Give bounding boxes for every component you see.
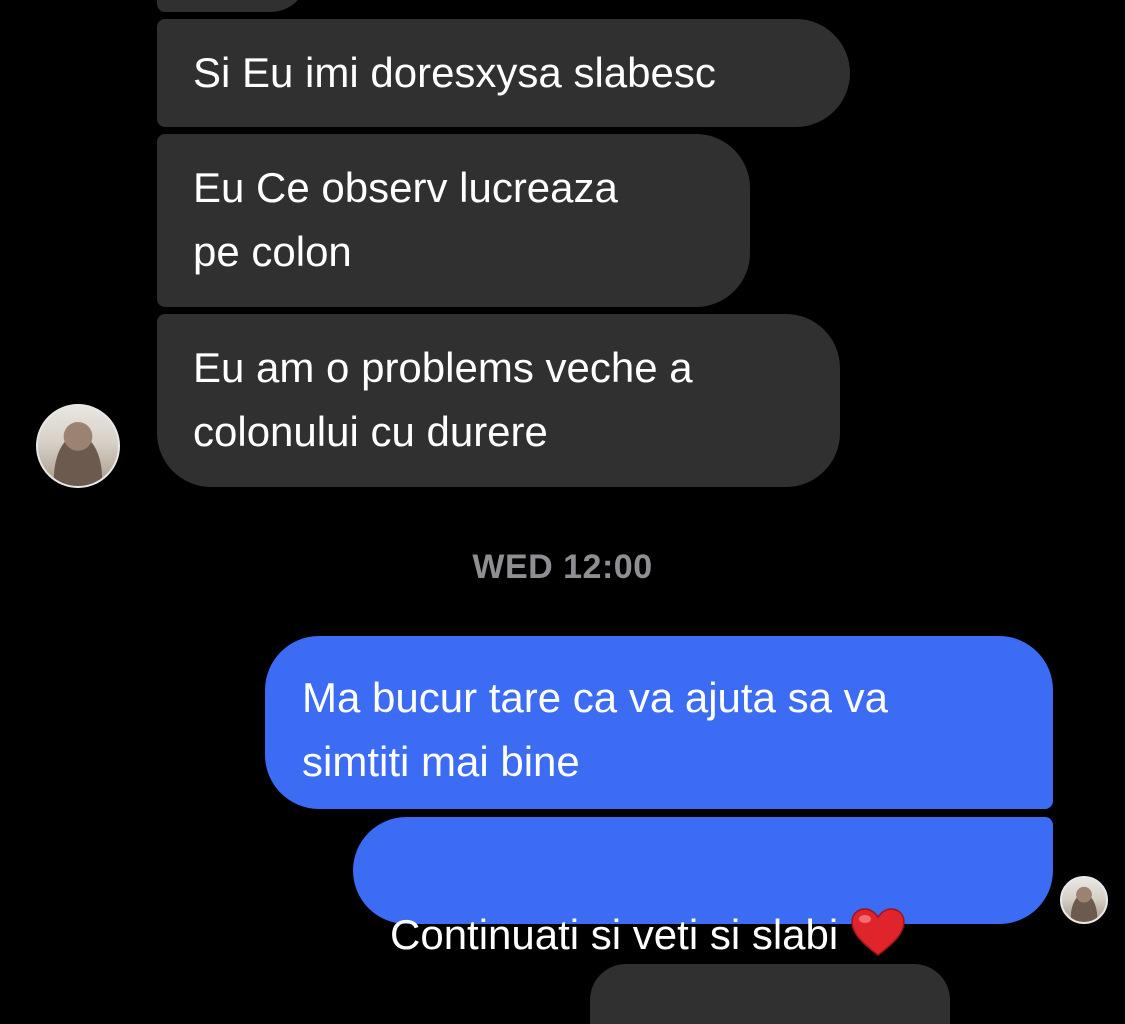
message-bubble-incoming[interactable]: Si Eu imi doresxysa slabesc: [157, 19, 850, 127]
sender-avatar[interactable]: [36, 404, 120, 488]
message-bubble-incoming[interactable]: Eu am o problems veche a colonului cu du…: [157, 314, 840, 487]
seen-avatar: [1060, 876, 1108, 924]
message-bubble-incoming-partial[interactable]: [157, 0, 307, 12]
message-text: Continuati si veti si slabi: [390, 911, 839, 958]
message-bubble-outgoing[interactable]: Ma bucur tare ca va ajuta sa va simtiti …: [265, 636, 1053, 809]
message-bubble-incoming-partial[interactable]: [590, 964, 950, 1024]
message-bubble-incoming[interactable]: Eu Ce observ lucreaza pe colon: [157, 134, 750, 307]
heart-emoji-icon: [851, 908, 905, 956]
message-timestamp: WED 12:00: [472, 548, 653, 586]
message-bubble-outgoing[interactable]: Continuati si veti si slabi: [353, 817, 1053, 958]
